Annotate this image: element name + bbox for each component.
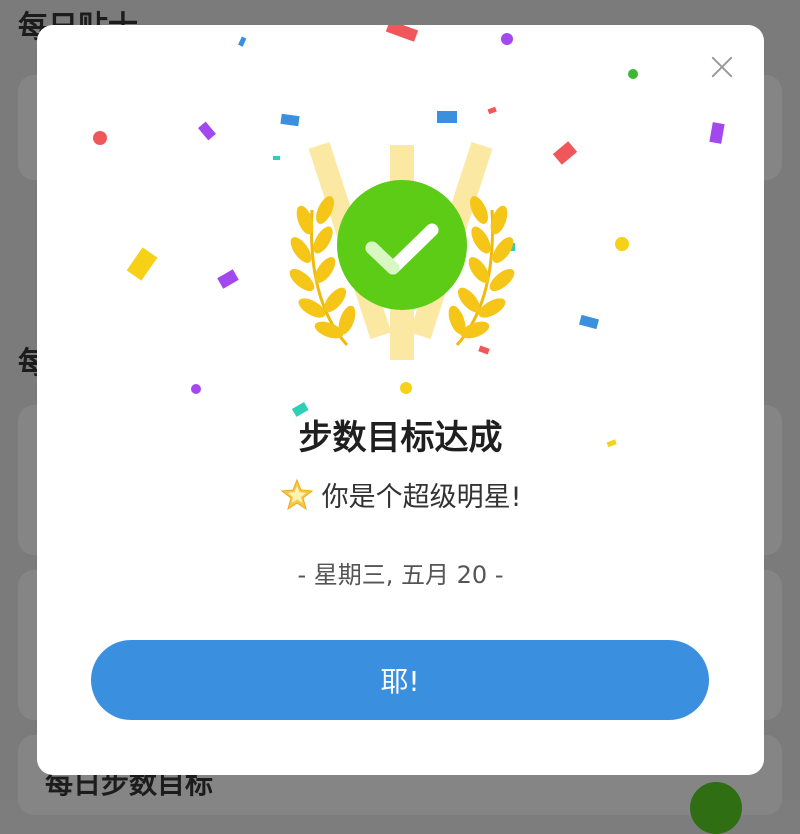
subtitle-text: 你是个超级明星!: [321, 482, 522, 513]
dialog-title: 步数目标达成: [298, 418, 503, 458]
confirm-button[interactable]: 耶!: [91, 640, 709, 720]
goal-toggle: [690, 782, 742, 834]
achievement-date: - 星期三, 五月 20 -: [297, 561, 504, 589]
checkmark-laurel-badge-icon: [289, 141, 515, 360]
goal-achieved-dialog: 步数目标达成 你是个超级明星! - 星期三, 五月 20 - 耶!: [37, 25, 764, 775]
dialog-subtitle: 你是个超级明星!: [37, 475, 764, 514]
glowing-star-icon: [280, 478, 313, 511]
